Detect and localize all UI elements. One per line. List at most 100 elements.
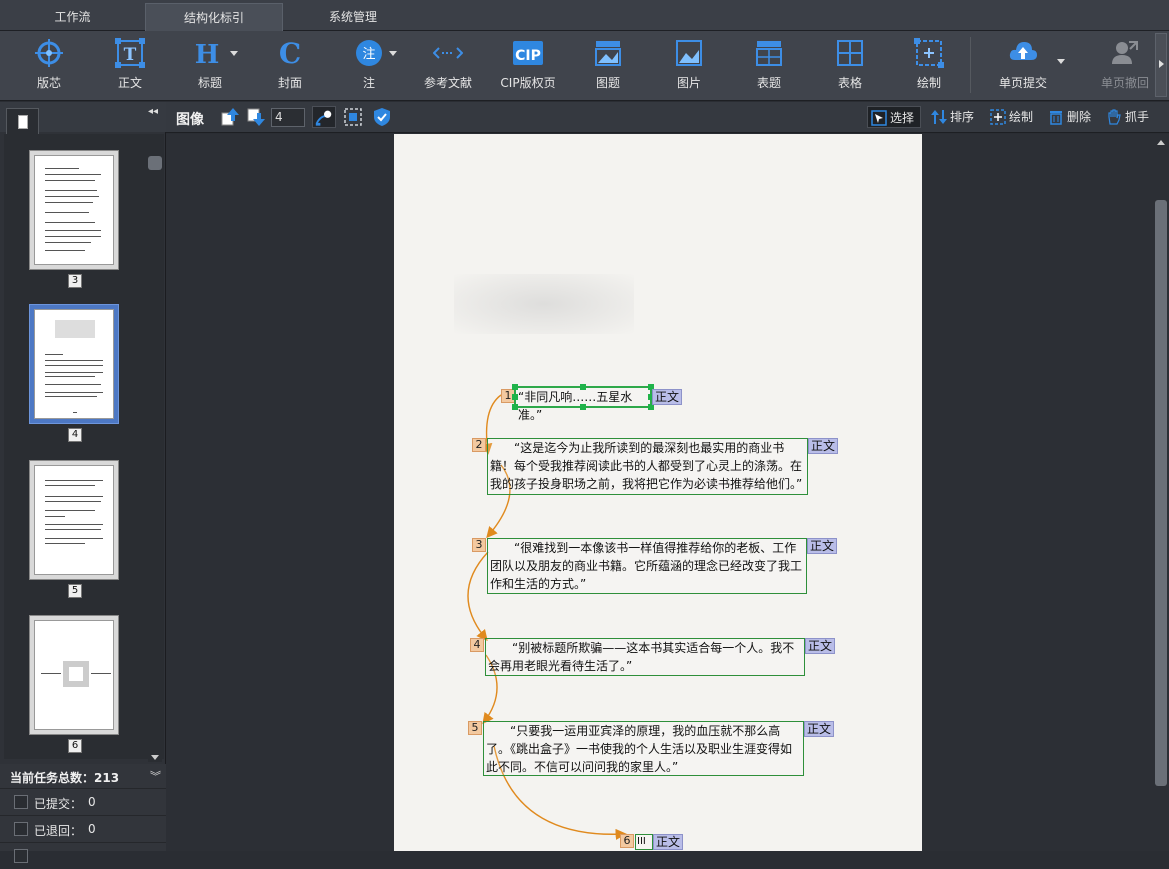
region-type-tag[interactable]: 正文 bbox=[808, 438, 839, 454]
table-button[interactable]: 表格 bbox=[812, 31, 888, 101]
text-region-3[interactable]: “很难找到一本像该书一样值得推荐给你的老板、工作团队以及朋友的商业书籍。它所蕴涵… bbox=[487, 538, 807, 594]
delete-tool[interactable]: 删除 bbox=[1045, 106, 1091, 128]
region-type-tag[interactable]: 正文 bbox=[805, 638, 836, 654]
withdraw-page-button[interactable]: 单页撤回 bbox=[1087, 31, 1163, 101]
text-region-6[interactable]: III bbox=[635, 834, 653, 850]
image-toolbar: 图像 4 选择 排序 绘制 删除 抓手 bbox=[166, 102, 1169, 133]
brush-icon[interactable] bbox=[312, 106, 336, 128]
resize-handle[interactable] bbox=[580, 384, 586, 390]
references-icon bbox=[433, 47, 463, 59]
collapse-icon[interactable]: ◂◂ bbox=[148, 106, 158, 117]
draw-tool[interactable]: 绘制 bbox=[987, 106, 1033, 128]
hand-icon bbox=[1108, 109, 1121, 125]
tab-bar: 工作流 结构化标引 系统管理 bbox=[0, 0, 1169, 31]
region-order-number[interactable]: 3 bbox=[472, 538, 486, 552]
thumbnail-page-5[interactable] bbox=[29, 460, 119, 580]
scroll-down-icon[interactable] bbox=[151, 755, 159, 760]
returned-row: 已退回： 0 bbox=[0, 815, 166, 842]
document-canvas[interactable]: 1 “非同凡响……五星水准。” 正文 2 “这是迄今为止我所读到的最深刻也最实用… bbox=[166, 134, 1169, 851]
page-thumbnail-panel: ◂◂ 3 4 5 6 当前任务总数：213 ︾ 已提交： 0 已退回： 0 bbox=[0, 102, 166, 863]
cover-button[interactable]: C 封面 bbox=[252, 31, 328, 101]
submit-page-button[interactable]: 单页提交 bbox=[985, 31, 1065, 101]
cip-label: CIP版权页 bbox=[500, 76, 556, 90]
draw-button[interactable]: 绘制 bbox=[891, 31, 967, 101]
pan-label: 抓手 bbox=[1125, 110, 1150, 124]
region-type-tag[interactable]: 正文 bbox=[804, 721, 835, 737]
image-label: 图片 bbox=[676, 76, 701, 90]
text-region-2[interactable]: “这是迄今为止我所读到的最深刻也最实用的商业书籍！每个受我推荐阅读此书的人都受到… bbox=[487, 438, 808, 495]
user-withdraw-icon bbox=[1112, 41, 1138, 64]
select-label: 选择 bbox=[890, 111, 915, 125]
thumbnail-page-4[interactable] bbox=[29, 304, 119, 424]
chevron-down-icon[interactable] bbox=[1057, 59, 1065, 64]
scrollbar-thumb[interactable] bbox=[148, 156, 162, 170]
chevron-down-icon[interactable] bbox=[230, 51, 238, 56]
text-region-4[interactable]: “别被标题所欺骗——这本书其实适合每一个人。我不会再用老眼光看待生活了。” bbox=[485, 638, 805, 676]
panel-header: ◂◂ bbox=[0, 102, 166, 134]
submitted-checkbox[interactable] bbox=[14, 795, 28, 809]
thumbnail-list: 3 4 5 6 bbox=[4, 134, 164, 759]
page-number-input[interactable]: 4 bbox=[271, 108, 305, 127]
checkbox[interactable] bbox=[14, 849, 28, 863]
resize-handle[interactable] bbox=[512, 404, 518, 410]
tab-structured-indexing[interactable]: 结构化标引 bbox=[145, 3, 283, 31]
body-button[interactable]: T 正文 bbox=[92, 31, 168, 101]
image-button[interactable]: 图片 bbox=[651, 31, 727, 101]
scroll-up-icon[interactable] bbox=[1157, 140, 1165, 145]
resize-handle[interactable] bbox=[580, 404, 586, 410]
region-order-number[interactable]: 4 bbox=[470, 638, 484, 652]
thumbnail-tab[interactable] bbox=[6, 108, 39, 134]
resize-handle[interactable] bbox=[512, 384, 518, 390]
references-button[interactable]: 参考文献 bbox=[410, 31, 486, 101]
pan-tool[interactable]: 抓手 bbox=[1103, 106, 1149, 128]
heading-button[interactable]: H 标题 bbox=[172, 31, 248, 101]
cip-icon: CIP bbox=[513, 41, 543, 65]
next-page-icon[interactable] bbox=[246, 107, 266, 127]
task-total: 当前任务总数：213 bbox=[10, 769, 119, 786]
region-type-tag[interactable]: 正文 bbox=[653, 834, 684, 850]
resize-handle[interactable] bbox=[512, 394, 518, 400]
draw-icon bbox=[914, 38, 944, 68]
region-order-number[interactable]: 5 bbox=[468, 721, 482, 735]
note-icon: 注 bbox=[356, 40, 382, 66]
thumbnail-page-3[interactable] bbox=[29, 150, 119, 270]
returned-checkbox[interactable] bbox=[14, 822, 28, 836]
thumbnail-scrollbar[interactable] bbox=[148, 142, 162, 762]
toolbar-divider bbox=[970, 37, 971, 93]
toolbar-scroll-right[interactable] bbox=[1155, 33, 1167, 97]
figure-title-button[interactable]: 图题 bbox=[570, 31, 646, 101]
sort-tool[interactable]: 排序 bbox=[928, 106, 974, 128]
tab-workflow[interactable]: 工作流 bbox=[0, 3, 145, 31]
heading-icon: H bbox=[195, 40, 219, 68]
cover-icon: C bbox=[279, 38, 301, 68]
draw-label: 绘制 bbox=[916, 76, 941, 90]
select-tool[interactable]: 选择 bbox=[867, 106, 922, 128]
task-total-value: 213 bbox=[94, 771, 120, 785]
crosshair-icon bbox=[35, 39, 63, 67]
layout-button[interactable]: 版芯 bbox=[11, 31, 87, 101]
region-type-tag[interactable]: 正文 bbox=[807, 538, 838, 554]
body-label: 正文 bbox=[117, 76, 142, 90]
expand-icon[interactable]: ︾ bbox=[150, 768, 161, 784]
prev-page-icon[interactable] bbox=[220, 107, 240, 127]
withdraw-page-label: 单页撤回 bbox=[1100, 76, 1149, 90]
tab-system-management[interactable]: 系统管理 bbox=[283, 3, 423, 31]
shield-icon[interactable] bbox=[372, 107, 392, 127]
page-icon bbox=[18, 115, 28, 129]
text-region-5[interactable]: “只要我一运用亚宾泽的原理，我的血压就不那么高了。《跳出盒子》一书使我的个人生活… bbox=[483, 721, 804, 776]
thumbnail-page-6[interactable] bbox=[29, 615, 119, 735]
region-order-number[interactable]: 2 bbox=[472, 438, 486, 452]
note-label: 注 bbox=[362, 76, 375, 90]
cip-button[interactable]: CIP CIP版权页 bbox=[490, 31, 566, 101]
submitted-row: 已提交： 0 bbox=[0, 788, 166, 815]
scrollbar-thumb[interactable] bbox=[1155, 200, 1167, 786]
region-select-icon[interactable] bbox=[343, 107, 363, 127]
heading-label: 标题 bbox=[197, 76, 222, 90]
region-order-number[interactable]: 6 bbox=[620, 834, 634, 848]
document-page[interactable]: 1 “非同凡响……五星水准。” 正文 2 “这是迄今为止我所读到的最深刻也最实用… bbox=[394, 134, 922, 851]
table-title-button[interactable]: 表题 bbox=[731, 31, 807, 101]
chevron-down-icon[interactable] bbox=[389, 51, 397, 56]
region-type-tag[interactable]: 正文 bbox=[652, 389, 683, 405]
canvas-scrollbar[interactable] bbox=[1153, 134, 1169, 851]
note-button[interactable]: 注 注 bbox=[331, 31, 407, 101]
